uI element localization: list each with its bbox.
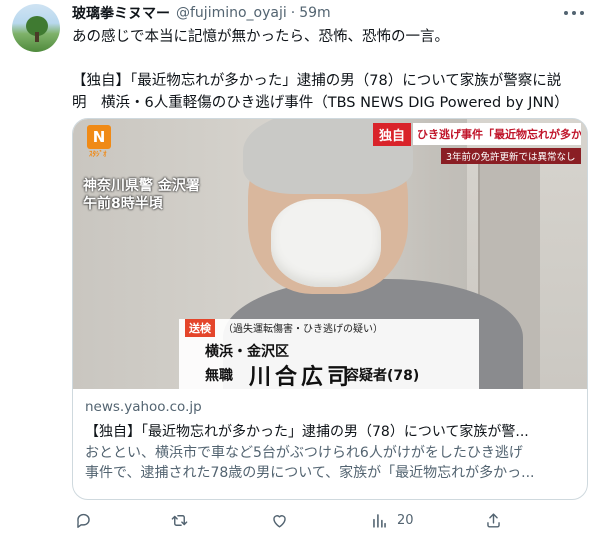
tweet-text-line: 【独自】「最近物忘れが多かった」逮捕の男（78）について家族が警察に説 [72,73,562,89]
card-title: 【独自】「最近物忘れが多かった」逮捕の男（78）について家族が警... [85,424,529,440]
tv-logo-letter: N [92,128,106,146]
card-domain: news.yahoo.co.jp [85,399,202,415]
tv-logo: N ｽﾀｼﾞｵ [87,125,111,158]
user-handle[interactable]: @fujimino_oyaji [176,5,287,21]
caption-title: 容疑者(78) [345,368,420,384]
avatar[interactable] [12,4,60,52]
share-icon [487,512,500,528]
card-meta[interactable]: news.yahoo.co.jp 【独自】「最近物忘れが多かった」逮捕の男（78… [73,389,587,499]
news-thumbnail[interactable]: N ｽﾀｼﾞｵ 神奈川県警 金沢署 午前8時半頃 独自 ひき逃げ事件「最近物忘れ… [73,119,587,389]
tv-logo-sub: ｽﾀｼﾞｵ [89,150,107,158]
action-bar: 20 [72,508,592,532]
caption-label: 送検 [185,319,215,337]
retweet-icon [171,514,188,526]
exclusive-tag: 独自 [373,123,412,146]
card-description-line: 事件で、逮捕された78歳の男について、家族が「最近物忘れが多かっ... [85,465,535,481]
timestamp[interactable]: 59m [299,5,330,21]
face-mask [271,199,381,287]
views-count: 20 [397,512,414,528]
retweet-button[interactable] [170,510,189,530]
more-options-icon[interactable] [564,4,584,22]
like-icon [273,514,286,528]
tweet-header: 玻璃拳ミヌマー @fujimino_oyaji · 59m [72,4,331,22]
card-description: おととい、横浜市で車など5台がぶつけられ6人がけがをしたひき逃げ 事件で、逮捕さ… [85,443,575,483]
headline-tag: ひき逃げ事件「最近物忘れが多かった」 [413,123,581,145]
time-text: 午前8時半頃 [83,196,163,212]
avatar-trunk-shape [35,32,39,42]
tweet-text-line: 明 横浜・6人重軽傷のひき逃げ事件（TBS NEWS DIG Powered b… [72,95,569,111]
tweet[interactable]: 玻璃拳ミヌマー @fujimino_oyaji · 59m あの感じで本当に記憶… [0,0,600,548]
police-station-text: 神奈川県警 金沢署 [83,178,200,194]
reply-button[interactable] [74,510,93,530]
display-name[interactable]: 玻璃拳ミヌマー [72,3,170,23]
subheadline-tag: 3年前の免許更新では異常なし [441,148,581,164]
share-button[interactable] [484,510,503,530]
location-overlay: 神奈川県警 金沢署 午前8時半頃 [83,177,200,213]
caption-note: （過失運転傷害・ひき逃げの疑い） [223,324,383,335]
tweet-text-line: あの感じで本当に記憶が無かったら、恐怖、恐怖の一言。 [72,29,449,45]
separator-dot: · [290,5,296,21]
like-button[interactable] [270,510,289,530]
caption-job: 無職 [205,368,233,384]
caption-name: 川合広司 [249,364,354,389]
link-card[interactable]: N ｽﾀｼﾞｵ 神奈川県警 金沢署 午前8時半頃 独自 ひき逃げ事件「最近物忘れ… [72,118,588,500]
reply-icon [77,513,90,528]
card-description-line: おととい、横浜市で車など5台がぶつけられ6人がけがをしたひき逃げ [85,445,523,461]
tweet-text: あの感じで本当に記憶が無かったら、恐怖、恐怖の一言。 【独自】「最近物忘れが多か… [72,26,592,114]
views-button[interactable]: 20 [370,510,414,530]
views-icon [373,513,386,528]
caption-area: 横浜・金沢区 [205,344,289,360]
